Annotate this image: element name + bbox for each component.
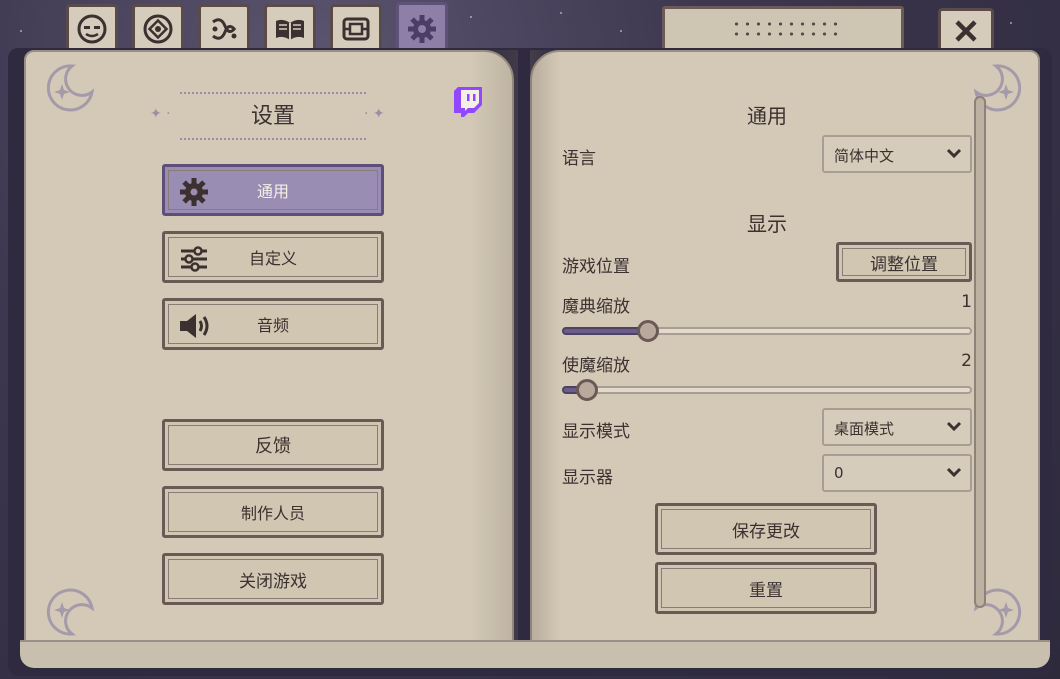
slider-fill — [562, 327, 649, 335]
quit-game-label: 关闭游戏 — [239, 571, 307, 592]
display-mode-value: 桌面模式 — [834, 420, 895, 438]
familiar-scale-value: 2 — [961, 351, 972, 371]
star — [620, 30, 622, 32]
credits-label: 制作人员 — [240, 504, 305, 523]
feedback-label: 反馈 — [255, 436, 291, 457]
display-mode-label: 显示模式 — [562, 422, 630, 442]
nav-audio-label: 音频 — [256, 316, 289, 335]
language-dropdown[interactable]: 简体中文 — [822, 135, 972, 173]
display-section-title: 显示 — [747, 212, 787, 236]
page-title: 设置 — [250, 104, 295, 129]
star — [20, 30, 22, 32]
monitor-label: 显示器 — [562, 468, 613, 488]
moon-corner-ornament — [46, 588, 95, 636]
grimoire-scale-slider[interactable] — [562, 320, 972, 342]
nav-general-label: 通用 — [256, 182, 289, 201]
grimoire-scale-label: 魔典缩放 — [562, 297, 630, 317]
tab-sigil[interactable] — [132, 4, 184, 54]
general-section-title: 通用 — [747, 104, 787, 128]
chevron-down-icon — [946, 421, 962, 432]
book-spine-shadow — [530, 50, 560, 660]
mask-face-icon — [77, 14, 107, 44]
star — [560, 12, 562, 14]
sigil-circle-icon — [143, 14, 173, 44]
slider-track — [562, 386, 972, 394]
star — [1010, 22, 1012, 24]
monitor-dropdown[interactable]: 0 — [822, 454, 972, 492]
display-mode-dropdown[interactable]: 桌面模式 — [822, 408, 972, 446]
nav-audio-button[interactable]: 音频 — [162, 298, 384, 350]
nav-customize-label: 自定义 — [248, 249, 297, 268]
close-icon — [955, 20, 977, 42]
feedback-button[interactable]: 反馈 — [162, 419, 384, 471]
tab-book[interactable] — [264, 4, 316, 54]
book-spine-shadow — [470, 50, 518, 660]
game-position-label: 游戏位置 — [562, 257, 630, 277]
sparkle-ornament: ✦ · — [150, 106, 171, 122]
monitor-value: 0 — [834, 464, 844, 482]
slider-knob[interactable] — [575, 379, 598, 401]
reset-button[interactable]: 重置 — [655, 562, 877, 614]
adjust-position-label: 调整位置 — [870, 254, 938, 275]
note-dots — [731, 19, 841, 41]
page-edges — [20, 640, 1050, 668]
quit-game-button[interactable]: 关闭游戏 — [162, 553, 384, 605]
scroll-map-icon — [342, 17, 370, 41]
save-changes-button[interactable]: 保存更改 — [655, 503, 877, 555]
scrollbar[interactable] — [974, 96, 986, 608]
nav-customize-button[interactable]: 自定义 — [162, 231, 384, 283]
familiar-scale-label: 使魔缩放 — [562, 356, 630, 376]
open-book-icon — [276, 19, 304, 40]
star — [470, 16, 472, 18]
language-label: 语言 — [562, 149, 596, 169]
tab-scroll[interactable] — [330, 4, 382, 54]
tab-rune[interactable] — [198, 4, 250, 54]
knot-rune-icon — [212, 18, 237, 40]
moon-corner-ornament — [46, 64, 95, 112]
nav-general-button[interactable]: 通用 — [162, 164, 384, 216]
sparkle-ornament: · ✦ — [364, 106, 385, 122]
twitch-icon[interactable] — [454, 85, 484, 117]
slider-knob[interactable] — [637, 320, 660, 342]
note-banner — [662, 6, 904, 54]
credits-button[interactable]: 制作人员 — [162, 486, 384, 538]
language-value: 简体中文 — [834, 147, 895, 165]
tab-mask[interactable] — [66, 4, 118, 54]
grimoire-scale-value: 1 — [961, 292, 972, 312]
chevron-down-icon — [946, 148, 962, 159]
reset-label: 重置 — [749, 580, 783, 601]
chevron-down-icon — [946, 467, 962, 478]
save-changes-label: 保存更改 — [732, 521, 800, 542]
adjust-position-button[interactable]: 调整位置 — [836, 242, 972, 282]
gear-icon — [408, 15, 436, 43]
familiar-scale-slider[interactable] — [562, 379, 972, 401]
